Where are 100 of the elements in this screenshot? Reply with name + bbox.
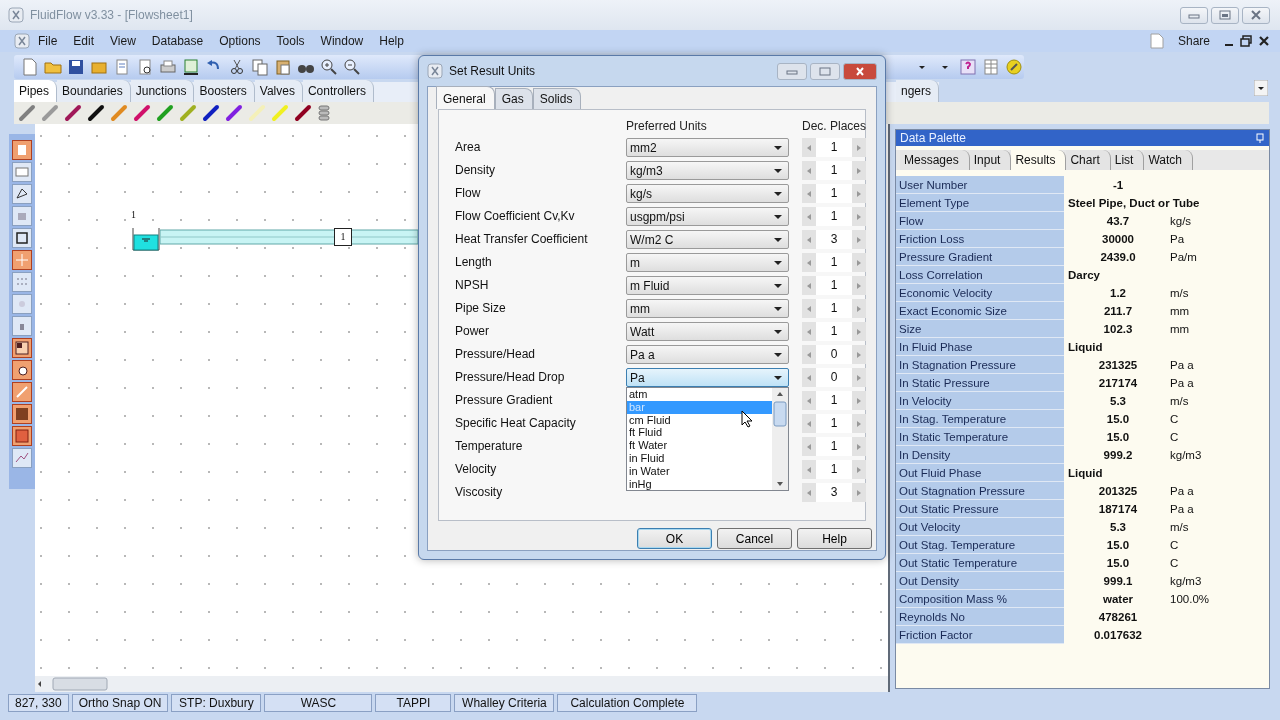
- unit-dropdown[interactable]: Pa a: [626, 345, 789, 364]
- component-tab[interactable]: Boosters: [194, 80, 255, 102]
- unit-dropdown[interactable]: mm2: [626, 138, 789, 157]
- decrease-button[interactable]: [802, 345, 816, 364]
- tool-button[interactable]: [12, 228, 32, 248]
- palette-tab[interactable]: Watch: [1144, 150, 1193, 170]
- decrease-button[interactable]: [802, 207, 816, 226]
- dialog-button[interactable]: Cancel: [717, 528, 792, 549]
- zoom-in-icon[interactable]: [319, 57, 339, 77]
- pipe-icon[interactable]: [87, 104, 105, 122]
- number-field[interactable]: 1: [816, 414, 852, 433]
- number-field[interactable]: 1: [816, 460, 852, 479]
- new-file-icon[interactable]: [20, 57, 40, 77]
- number-field[interactable]: 1: [816, 253, 852, 272]
- menu-item[interactable]: Options: [211, 32, 269, 50]
- decrease-button[interactable]: [802, 414, 816, 433]
- unit-dropdown[interactable]: m Fluid: [626, 276, 789, 295]
- unit-dropdown[interactable]: kg/s: [626, 184, 789, 203]
- dropdown-list[interactable]: atm bar cm Fluid ft Fluid ft Water in Fluid in Water inHg: [626, 387, 789, 491]
- palette-tab[interactable]: List: [1110, 150, 1145, 170]
- menu-item[interactable]: Database: [143, 32, 212, 50]
- menu-item[interactable]: Tools: [268, 32, 313, 50]
- increase-button[interactable]: [852, 437, 866, 456]
- number-field[interactable]: 1: [816, 391, 852, 410]
- maximize-button[interactable]: [1211, 6, 1239, 24]
- tool-button[interactable]: [12, 250, 32, 270]
- help-icon[interactable]: [958, 57, 978, 77]
- minimize-button[interactable]: [777, 62, 807, 80]
- number-field[interactable]: 0: [816, 368, 852, 387]
- dropdown-option[interactable]: cm Fluid: [627, 413, 772, 427]
- dialog-tab[interactable]: Solids: [532, 88, 582, 109]
- increase-button[interactable]: [852, 391, 866, 410]
- decrease-button[interactable]: [802, 184, 816, 203]
- tool-button[interactable]: [12, 382, 32, 402]
- menu-item[interactable]: View: [102, 32, 144, 50]
- decrease-button[interactable]: [802, 138, 816, 157]
- copy-icon[interactable]: [250, 57, 270, 77]
- palette-tab[interactable]: Messages: [900, 150, 970, 170]
- unit-dropdown[interactable]: m: [626, 253, 789, 272]
- increase-button[interactable]: [852, 276, 866, 295]
- dropdown-option[interactable]: ft Water: [627, 439, 772, 452]
- tank-node[interactable]: [132, 227, 162, 251]
- dropdown-option[interactable]: in Water: [627, 464, 772, 478]
- decrease-button[interactable]: [802, 161, 816, 180]
- number-field[interactable]: 3: [816, 230, 852, 249]
- dropdown-button[interactable]: [1254, 80, 1268, 96]
- number-field[interactable]: 1: [816, 207, 852, 226]
- decrease-button[interactable]: [802, 299, 816, 318]
- dialog-button[interactable]: Help: [797, 528, 872, 549]
- number-field[interactable]: 0: [816, 345, 852, 364]
- decrease-button[interactable]: [802, 322, 816, 341]
- pipe[interactable]: [160, 228, 418, 246]
- number-field[interactable]: 1: [816, 437, 852, 456]
- number-field[interactable]: 1: [816, 138, 852, 157]
- increase-button[interactable]: [852, 138, 866, 157]
- component-tab[interactable]: Pipes: [14, 80, 58, 102]
- decrease-button[interactable]: [802, 253, 816, 272]
- number-field[interactable]: 3: [816, 483, 852, 502]
- component-tab[interactable]: Controllers: [302, 80, 374, 102]
- increase-button[interactable]: [852, 414, 866, 433]
- close-button[interactable]: [1242, 6, 1270, 24]
- unit-dropdown[interactable]: W/m2 C: [626, 230, 789, 249]
- pin-icon[interactable]: [1255, 132, 1265, 144]
- share-button[interactable]: Share: [1169, 32, 1218, 50]
- number-field[interactable]: 1: [816, 299, 852, 318]
- tool-button[interactable]: [12, 140, 32, 160]
- increase-button[interactable]: [852, 253, 866, 272]
- dialog-tab[interactable]: General: [436, 86, 495, 109]
- number-field[interactable]: 1: [816, 322, 852, 341]
- close-button[interactable]: [843, 62, 877, 80]
- save-icon[interactable]: [66, 57, 86, 77]
- zoom-out-icon[interactable]: [342, 57, 362, 77]
- decrease-button[interactable]: [802, 276, 816, 295]
- dialog-button[interactable]: OK: [637, 528, 712, 549]
- increase-button[interactable]: [852, 230, 866, 249]
- minimize-button[interactable]: [1180, 6, 1208, 24]
- tool-button[interactable]: [12, 184, 32, 204]
- app-logo-icon[interactable]: [14, 33, 30, 49]
- increase-button[interactable]: [852, 483, 866, 502]
- decrease-button[interactable]: [802, 391, 816, 410]
- dropdown-option[interactable]: ft Fluid: [627, 426, 772, 440]
- palette-tab[interactable]: Results: [1011, 150, 1067, 170]
- dropdown-option[interactable]: atm: [627, 388, 772, 401]
- dropdown-option[interactable]: inHg: [627, 477, 772, 491]
- pipe-icon[interactable]: [64, 104, 82, 122]
- unit-dropdown[interactable]: kg/m3: [626, 161, 789, 180]
- unit-dropdown[interactable]: Watt: [626, 322, 789, 341]
- palette-tab[interactable]: Input: [969, 150, 1012, 170]
- component-tab[interactable]: Valves: [254, 80, 303, 102]
- unit-dropdown[interactable]: Pa: [626, 368, 789, 387]
- decrease-button[interactable]: [802, 230, 816, 249]
- increase-button[interactable]: [852, 207, 866, 226]
- restore-icon[interactable]: [1240, 35, 1252, 47]
- menu-item[interactable]: File: [30, 32, 66, 50]
- decrease-button[interactable]: [802, 437, 816, 456]
- component-tab[interactable]: Junctions: [130, 80, 195, 102]
- number-field[interactable]: 1: [816, 276, 852, 295]
- decrease-button[interactable]: [802, 483, 816, 502]
- close-icon[interactable]: [1258, 35, 1270, 47]
- increase-button[interactable]: [852, 460, 866, 479]
